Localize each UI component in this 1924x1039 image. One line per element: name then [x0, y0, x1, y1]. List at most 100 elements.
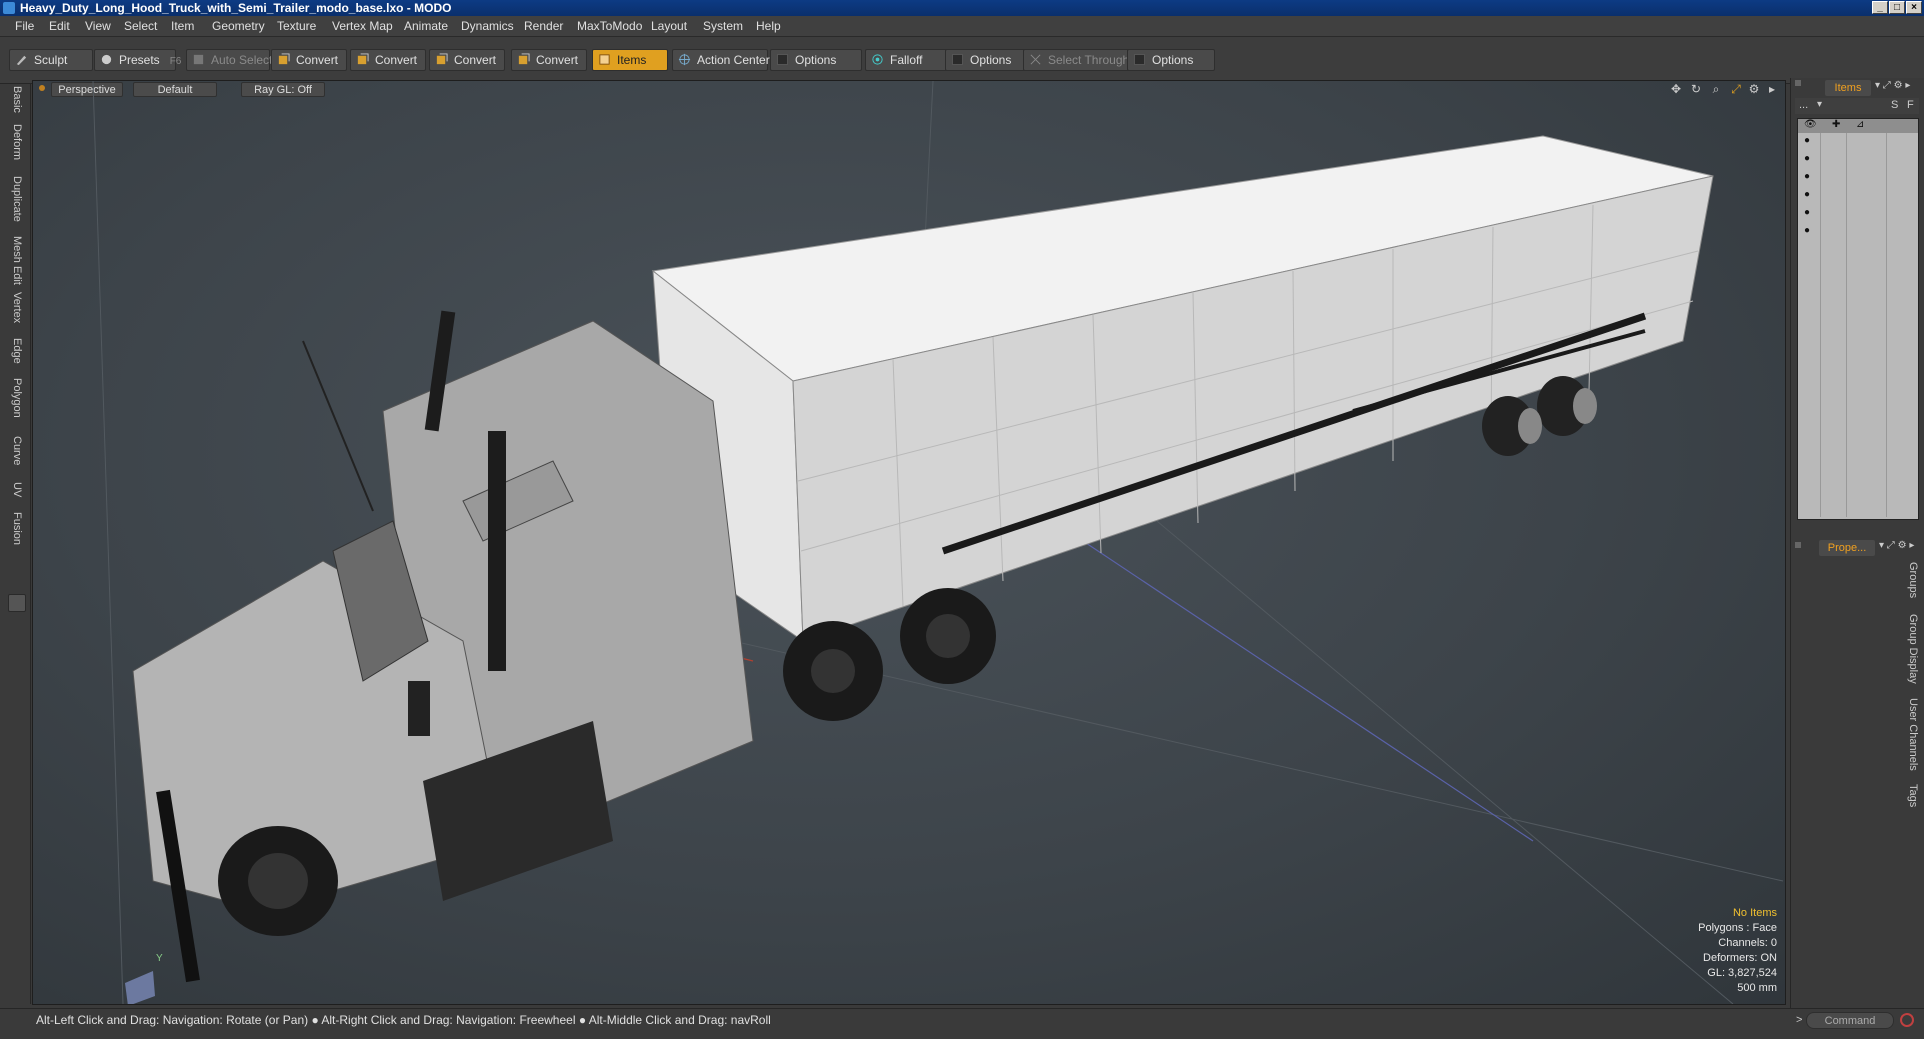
convert-label: Convert [375, 53, 418, 67]
menu-edit[interactable]: Edit [49, 19, 70, 33]
panel-menu-dot[interactable] [1795, 80, 1801, 86]
visibility-eye-icon[interactable]: ● [1804, 135, 1810, 146]
tab-vertex[interactable]: Vertex [7, 292, 23, 323]
select-through-button[interactable]: Select Through [1023, 49, 1129, 71]
tab-uv[interactable]: UV [7, 482, 23, 497]
menu-maxtomodo[interactable]: MaxToModo [577, 19, 642, 33]
presets-button[interactable]: Presets F6 [94, 49, 181, 71]
tab-fusion[interactable]: Fusion [7, 512, 23, 545]
action-center-options-button[interactable]: Options [770, 49, 862, 71]
menu-animate[interactable]: Animate [404, 19, 448, 33]
command-input[interactable]: Command [1806, 1012, 1894, 1029]
menu-dynamics[interactable]: Dynamics [461, 19, 514, 33]
items-mode-label: Items [617, 53, 647, 67]
items-icon [599, 54, 610, 65]
presets-label: Presets [119, 53, 160, 67]
tab-basic[interactable]: Basic [7, 86, 23, 113]
falloff-label: Falloff [890, 53, 923, 67]
menu-texture[interactable]: Texture [277, 19, 316, 33]
menu-help[interactable]: Help [756, 19, 781, 33]
maximize-button[interactable]: □ [1889, 1, 1905, 14]
auto-select-label: Auto Select [211, 53, 273, 67]
options-checkbox [952, 54, 963, 65]
properties-tab[interactable]: Prope... [1819, 540, 1875, 556]
menu-select[interactable]: Select [124, 19, 157, 33]
falloff-icon [872, 54, 883, 65]
menu-file[interactable]: File [15, 19, 34, 33]
options-label: Options [970, 53, 1012, 67]
auto-select-button[interactable]: Auto Select [186, 49, 273, 71]
window-title: Heavy_Duty_Long_Hood_Truck_with_Semi_Tra… [20, 1, 452, 15]
falloff-button[interactable]: Falloff [865, 49, 951, 71]
visibility-eye-icon[interactable]: ● [1804, 207, 1810, 218]
visibility-eye-icon[interactable]: ● [1804, 153, 1810, 164]
convert-button-3[interactable]: Convert [429, 49, 505, 71]
channels-info: Channels: 0 [1718, 937, 1777, 949]
record-icon[interactable] [1900, 1013, 1914, 1027]
select-through-options-button[interactable]: Options [1127, 49, 1215, 71]
navigation-hint: Alt-Left Click and Drag: Navigation: Rot… [36, 1013, 771, 1027]
convert-icon [357, 53, 369, 65]
options-label: Options [1152, 53, 1194, 67]
select-through-icon [1030, 54, 1041, 65]
tab-user-channels[interactable]: User Channels [1903, 698, 1919, 771]
close-button[interactable]: × [1906, 1, 1922, 14]
sculpt-label: Sculpt [34, 53, 68, 67]
items-list[interactable]: 👁 ✚ ⊿ ● ● ● ● ● ● [1797, 118, 1919, 520]
convert-button-1[interactable]: Convert [271, 49, 347, 71]
menu-system[interactable]: System [703, 19, 743, 33]
presets-icon [101, 54, 112, 65]
menu-view[interactable]: View [85, 19, 111, 33]
items-tab[interactable]: Items [1825, 80, 1871, 96]
solo-button[interactable]: S [1891, 99, 1898, 111]
tool-tabs: Basic Deform Duplicate Mesh Edit Vertex … [0, 84, 31, 1004]
visibility-eye-icon[interactable]: ● [1804, 189, 1810, 200]
3d-viewport[interactable]: Perspective Default Ray GL: Off ✥ ↻ ⌕ ⤢ … [32, 80, 1786, 1005]
items-mode-button[interactable]: Items [592, 49, 668, 71]
tab-mesh-edit[interactable]: Mesh Edit [7, 236, 23, 285]
options-label: Options [795, 53, 837, 67]
tab-deform[interactable]: Deform [7, 124, 23, 160]
app-icon [3, 2, 15, 14]
menu-item[interactable]: Item [171, 19, 194, 33]
gl-info: GL: 3,827,524 [1707, 967, 1777, 979]
toolbar: Sculpt Presets F6 Auto Select Convert Con… [0, 37, 1924, 84]
filter-button[interactable]: F [1907, 99, 1914, 111]
tab-polygon[interactable]: Polygon [7, 378, 23, 418]
lock-column-icon: ✚ [1832, 119, 1841, 130]
right-panel: Items ▾ ⤢ ⚙ ▸ ... ▾ S F 👁 ✚ ⊿ ● ● ● ● ● … [1790, 78, 1924, 1008]
auto-select-icon [193, 54, 204, 65]
visibility-column-icon: 👁 [1804, 119, 1817, 130]
tab-curve[interactable]: Curve [7, 436, 23, 465]
properties-tab-dropdown-icon[interactable]: ▾ ⤢ ⚙ ▸ [1879, 540, 1914, 551]
minimize-button[interactable]: _ [1872, 1, 1888, 14]
sculpt-button[interactable]: Sculpt [9, 49, 93, 71]
items-filter-button[interactable]: ... [1799, 99, 1808, 111]
convert-button-2[interactable]: Convert [350, 49, 426, 71]
axis-y-label: Y [156, 953, 163, 964]
tab-groups[interactable]: Groups [1903, 562, 1919, 598]
tab-group-display[interactable]: Group Display [1903, 614, 1919, 684]
column-divider [1886, 133, 1887, 517]
name-column-icon: ⊿ [1856, 119, 1865, 130]
menu-vertex-map[interactable]: Vertex Map [332, 19, 393, 33]
menu-layout[interactable]: Layout [651, 19, 687, 33]
menu-render[interactable]: Render [524, 19, 563, 33]
items-tab-dropdown-icon[interactable]: ▾ ⤢ ⚙ ▸ [1875, 80, 1910, 91]
items-list-header: 👁 ✚ ⊿ [1798, 119, 1918, 133]
tool-palette-toggle[interactable] [8, 594, 26, 612]
items-header-bar: ... ▾ S F [1795, 98, 1919, 114]
falloff-options-button[interactable]: Options [945, 49, 1033, 71]
tab-edge[interactable]: Edge [7, 338, 23, 364]
tab-duplicate[interactable]: Duplicate [7, 176, 23, 222]
action-center-button[interactable]: Action Center [672, 49, 770, 71]
panel-menu-dot[interactable] [1795, 542, 1801, 548]
convert-button-4[interactable]: Convert [511, 49, 587, 71]
visibility-eye-icon[interactable]: ● [1804, 171, 1810, 182]
items-filter-dropdown-icon[interactable]: ▾ [1817, 99, 1822, 110]
visibility-eye-icon[interactable]: ● [1804, 225, 1810, 236]
tab-tags[interactable]: Tags [1903, 784, 1919, 807]
selection-info: No Items [1732, 907, 1777, 919]
scene-render [92, 81, 1784, 1004]
menu-geometry[interactable]: Geometry [212, 19, 265, 33]
